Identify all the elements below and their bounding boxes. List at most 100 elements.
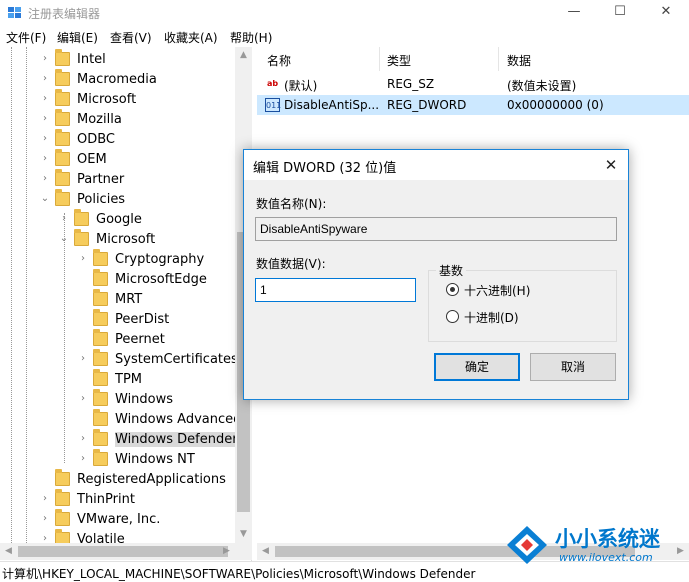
tree-item[interactable]: MicrosoftEdge [0, 269, 235, 290]
tree-item-label: SystemCertificates [115, 352, 238, 367]
tree-item[interactable]: Peernet [0, 329, 235, 350]
tree-item[interactable]: › Windows [0, 389, 235, 410]
maximize-button[interactable]: ☐ [597, 0, 643, 26]
tree-item[interactable]: › OEM [0, 149, 235, 170]
tree-item[interactable]: RegisteredApplications [0, 469, 235, 490]
dialog-close-icon[interactable]: ✕ [598, 152, 624, 178]
scroll-left-arrow-icon[interactable]: ◀ [0, 543, 17, 560]
tree-item[interactable]: › Macromedia [0, 69, 235, 90]
chevron-right-icon[interactable]: › [40, 73, 50, 84]
tree-item[interactable]: ⌄ Microsoft [0, 229, 235, 250]
tree-item-label: Partner [77, 172, 125, 187]
scroll-up-arrow-icon[interactable]: ▲ [235, 47, 252, 64]
tree-item[interactable]: › Windows NT [0, 449, 235, 470]
radio-decimal[interactable] [446, 310, 459, 323]
tree-item[interactable]: MRT [0, 289, 235, 310]
close-button[interactable]: ✕ [643, 0, 689, 26]
tree-item-label: Macromedia [77, 72, 157, 87]
menu-help[interactable]: 帮助(H) [230, 29, 272, 46]
chevron-right-icon[interactable]: › [78, 353, 88, 364]
chevron-right-icon[interactable]: › [40, 113, 50, 124]
chevron-down-icon[interactable]: ⌄ [40, 193, 50, 204]
menu-view[interactable]: 查看(V) [110, 29, 152, 46]
registry-path: 计算机\HKEY_LOCAL_MACHINE\SOFTWARE\Policies… [2, 567, 476, 581]
string-value-icon: ab [266, 79, 279, 88]
scroll-down-arrow-icon[interactable]: ▼ [235, 526, 252, 543]
chevron-right-icon[interactable]: › [40, 93, 50, 104]
radio-decimal-label[interactable]: 十进制(D) [464, 309, 519, 326]
tree-item[interactable]: ⌄ Policies [0, 189, 235, 210]
base-group-label: 基数 [436, 262, 467, 279]
tree-item-label: Peernet [115, 332, 165, 347]
registry-tree[interactable]: › Intel › Macromedia › Microsoft › Mozilla › ODBC… [0, 47, 252, 561]
radio-hex[interactable] [446, 283, 459, 296]
tree-item[interactable]: › SystemCertificates [0, 349, 238, 370]
column-header-data[interactable]: 数据 [507, 52, 531, 69]
menu-favorites[interactable]: 收藏夹(A) [164, 29, 218, 46]
minimize-button[interactable]: — [551, 0, 597, 26]
column-separator[interactable] [498, 47, 499, 71]
ok-button[interactable]: 确定 [434, 353, 520, 381]
chevron-right-icon[interactable]: › [40, 133, 50, 144]
tree-item[interactable]: PeerDist [0, 309, 235, 330]
tree-item[interactable]: › Google [0, 209, 235, 230]
tree-item[interactable]: › Cryptography [0, 249, 235, 270]
tree-item-label: OEM [77, 152, 107, 167]
tree-item-label: PeerDist [115, 312, 170, 327]
tree-item[interactable]: › Intel [0, 49, 235, 70]
folder-icon [55, 129, 70, 146]
column-separator[interactable] [379, 47, 380, 71]
column-header-name[interactable]: 名称 [267, 52, 291, 69]
chevron-right-icon[interactable]: › [40, 513, 50, 524]
chevron-right-icon[interactable]: › [40, 53, 50, 64]
tree-item[interactable]: › Mozilla [0, 109, 235, 130]
chevron-right-icon[interactable]: › [40, 493, 50, 504]
chevron-right-icon[interactable]: › [40, 173, 50, 184]
tree-item[interactable]: › ODBC [0, 129, 235, 150]
tree-horizontal-scrollbar[interactable]: ◀ ▶ [0, 543, 252, 560]
chevron-right-icon[interactable]: › [78, 453, 88, 464]
tree-item[interactable]: › Windows Defender [0, 429, 238, 450]
folder-icon [93, 389, 108, 406]
chevron-right-icon[interactable]: › [78, 393, 88, 404]
table-row[interactable]: ab (默认) REG_SZ (数值未设置) [257, 74, 689, 94]
folder-icon [93, 269, 108, 286]
table-row[interactable]: 011 DisableAntiSp... REG_DWORD 0x0000000… [257, 95, 689, 115]
column-header-type[interactable]: 类型 [387, 52, 411, 69]
tree-item[interactable]: › Microsoft [0, 89, 235, 110]
menu-edit[interactable]: 编辑(E) [57, 29, 98, 46]
watermark: 小小系统迷 www.ilovext.com [503, 520, 689, 568]
radio-hex-label[interactable]: 十六进制(H) [464, 282, 530, 299]
value-name: (默认) [284, 79, 318, 93]
chevron-right-icon[interactable]: › [40, 153, 50, 164]
folder-icon [93, 249, 108, 266]
value-name-field[interactable] [255, 217, 617, 241]
tree-item[interactable]: › VMware, Inc. [0, 509, 235, 530]
chevron-right-icon[interactable]: › [78, 433, 88, 444]
watermark-brand: 小小系统迷 [555, 527, 660, 551]
tree-item-label: Mozilla [77, 112, 122, 127]
tree-item-label: Windows [115, 392, 174, 407]
cancel-button[interactable]: 取消 [530, 353, 616, 381]
menu-file[interactable]: 文件(F) [6, 29, 46, 46]
chevron-right-icon[interactable]: › [78, 253, 88, 264]
folder-icon [55, 169, 70, 186]
value-data-input[interactable] [255, 278, 416, 302]
chevron-right-icon[interactable]: › [59, 213, 69, 224]
tree-item-label: Microsoft [96, 232, 156, 247]
folder-icon [55, 109, 70, 126]
value-type: REG_DWORD [387, 98, 467, 112]
folder-icon [93, 429, 108, 446]
tree-item[interactable]: Windows Advanced [0, 409, 241, 430]
scroll-right-arrow-icon[interactable]: ▶ [218, 543, 235, 560]
tree-item[interactable]: TPM [0, 369, 235, 390]
scroll-left-arrow-icon[interactable]: ◀ [257, 543, 274, 560]
tree-item[interactable]: › ThinPrint [0, 489, 235, 510]
tree-item[interactable]: › Partner [0, 169, 235, 190]
tree-item-label: Windows Advanced [115, 412, 242, 427]
value-name-label: 数值名称(N): [256, 197, 327, 211]
folder-icon [74, 209, 89, 226]
value-name: DisableAntiSp... [284, 98, 380, 112]
scroll-thumb[interactable] [18, 546, 228, 557]
chevron-down-icon[interactable]: ⌄ [59, 233, 69, 244]
